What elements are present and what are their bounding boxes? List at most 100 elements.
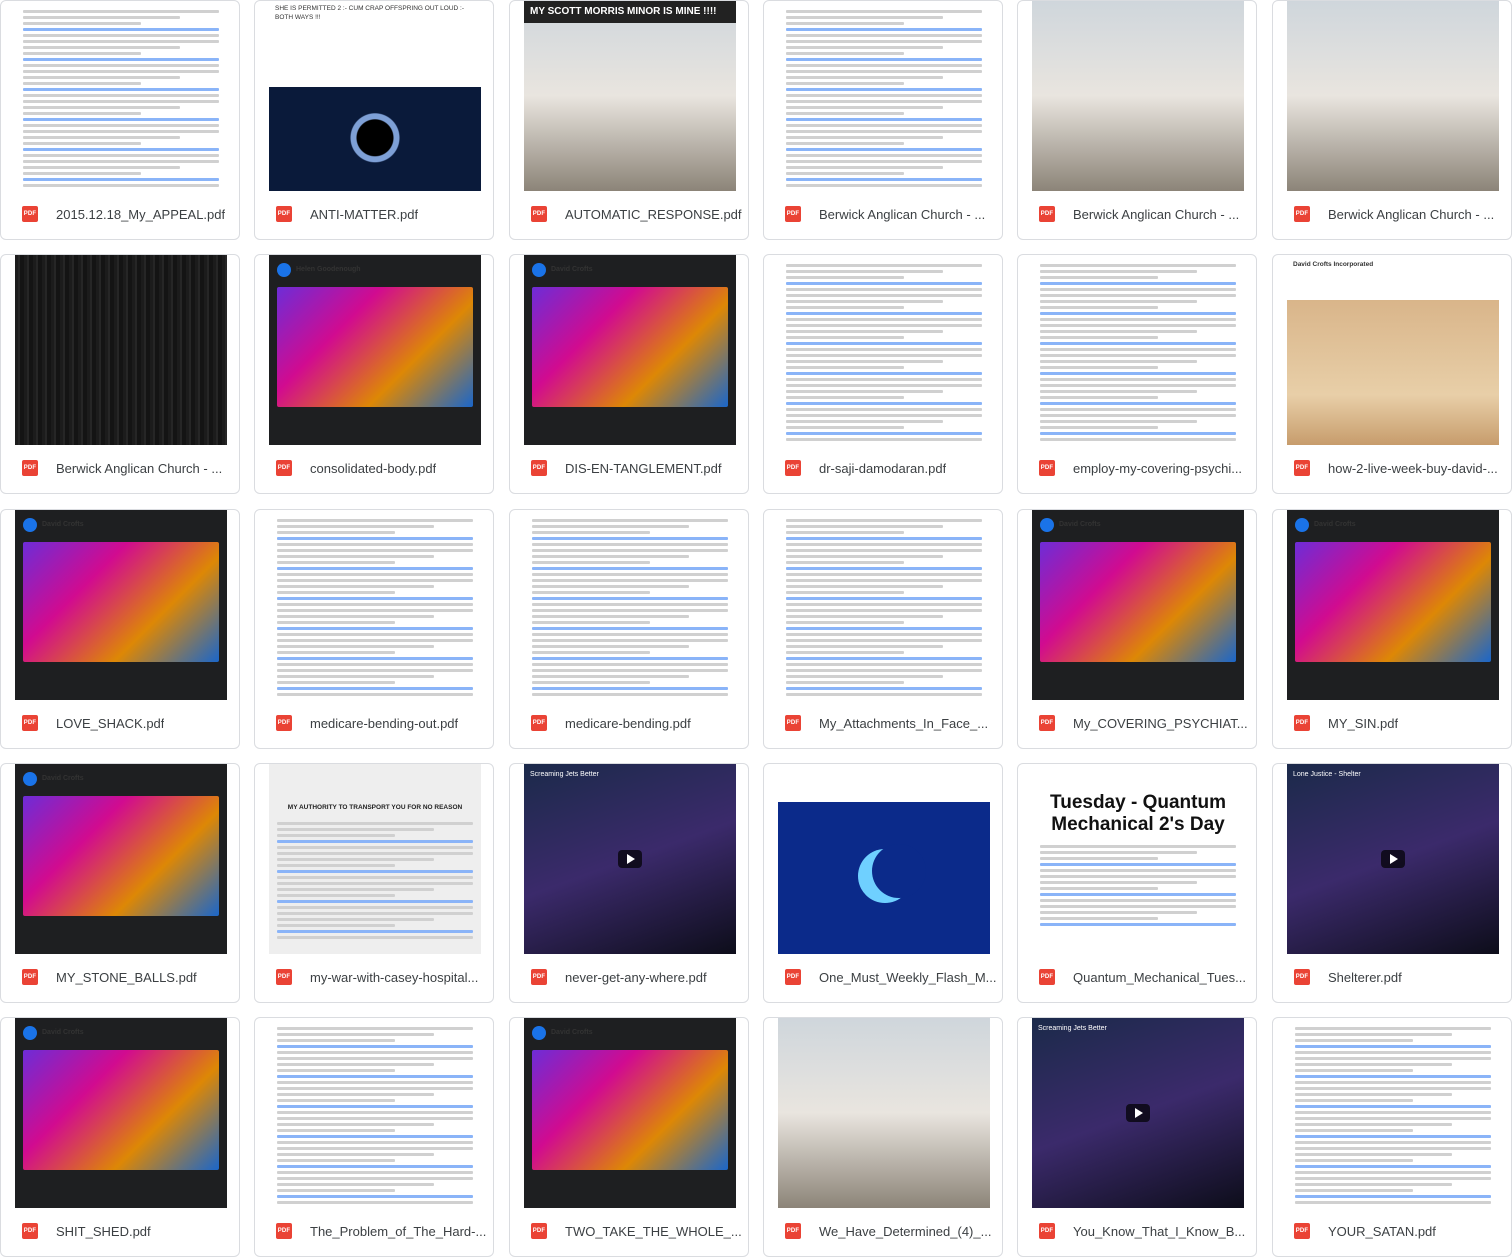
post-author: David Crofts — [42, 775, 84, 783]
preview-text: SHE IS PERMITTED 2 :- CUM CRAP OFFSPRING… — [269, 1, 481, 87]
file-name: my-war-with-casey-hospital... — [310, 969, 479, 985]
file-name: 2015.12.18_My_APPEAL.pdf — [56, 206, 226, 222]
play-icon[interactable] — [1126, 1104, 1150, 1122]
pdf-icon: PDF — [22, 460, 38, 476]
file-card[interactable]: PDF 2015.12.18_My_APPEAL.pdf — [0, 0, 240, 240]
file-thumbnail: David Crofts — [15, 1018, 227, 1208]
file-thumbnail: David Crofts — [15, 764, 227, 954]
file-card[interactable]: PDF One_Must_Weekly_Flash_M... — [763, 763, 1003, 1003]
file-card[interactable]: PDF The_Problem_of_The_Hard-... — [254, 1017, 494, 1257]
pdf-icon: PDF — [1039, 460, 1055, 476]
file-name: Shelterer.pdf — [1328, 969, 1402, 985]
avatar — [1040, 518, 1054, 532]
pdf-icon: PDF — [785, 206, 801, 222]
file-card[interactable]: David Crofts PDF SHIT_SHED.pdf — [0, 1017, 240, 1257]
file-name: Berwick Anglican Church - ... — [1073, 206, 1240, 222]
file-card[interactable]: SHE IS PERMITTED 2 :- CUM CRAP OFFSPRING… — [254, 0, 494, 240]
pdf-icon: PDF — [22, 206, 38, 222]
file-card-footer: PDF LOVE_SHACK.pdf — [1, 698, 239, 748]
file-card[interactable]: PDF Berwick Anglican Church - ... — [0, 254, 240, 494]
file-thumbnail — [15, 255, 227, 445]
file-thumbnail — [1287, 1, 1499, 191]
file-name: how-2-live-week-buy-david-... — [1328, 460, 1498, 476]
preview-title: Tuesday - Quantum Mechanical 2's Day — [1050, 792, 1226, 835]
file-card-footer: PDF You_Know_That_I_Know_B... — [1018, 1206, 1256, 1256]
file-card-footer: PDF never-get-any-where.pdf — [510, 952, 748, 1002]
file-card[interactable]: David Crofts Incorporated PDF how-2-live-w… — [1272, 254, 1512, 494]
file-card[interactable]: Screaming Jets Better PDF never-get-any-wh… — [509, 763, 749, 1003]
file-card[interactable]: David Crofts PDF MY_SIN.pdf — [1272, 509, 1512, 749]
file-name: employ-my-covering-psychi... — [1073, 460, 1243, 476]
file-card[interactable]: PDF My_Attachments_In_Face_... — [763, 509, 1003, 749]
file-name: ANTI-MATTER.pdf — [310, 206, 419, 222]
file-thumbnail — [778, 1018, 990, 1208]
file-thumbnail — [15, 1, 227, 191]
file-card[interactable]: Tuesday - Quantum Mechanical 2's Day PDF Q… — [1017, 763, 1257, 1003]
avatar — [23, 772, 37, 786]
file-name: Berwick Anglican Church - ... — [56, 460, 223, 476]
file-card[interactable]: David Crofts PDF LOVE_SHACK.pdf — [0, 509, 240, 749]
pdf-icon: PDF — [1039, 715, 1055, 731]
file-card[interactable]: PDF Berwick Anglican Church - ... — [1017, 0, 1257, 240]
file-name: DIS-EN-TANGLEMENT.pdf — [565, 460, 722, 476]
file-name: TWO_TAKE_THE_WHOLE_... — [565, 1223, 742, 1239]
play-icon[interactable] — [618, 850, 642, 868]
file-card[interactable]: PDF medicare-bending-out.pdf — [254, 509, 494, 749]
file-card-footer: PDF MY_SIN.pdf — [1273, 698, 1511, 748]
file-name: Quantum_Mechanical_Tues... — [1073, 969, 1246, 985]
file-name: YOUR_SATAN.pdf — [1328, 1223, 1436, 1239]
pdf-icon: PDF — [276, 1223, 292, 1239]
file-card[interactable]: David Crofts PDF MY_STONE_BALLS.pdf — [0, 763, 240, 1003]
file-thumbnail: MY SCOTT MORRIS MINOR IS MINE !!!! — [524, 1, 736, 191]
file-card[interactable]: PDF dr-saji-damodaran.pdf — [763, 254, 1003, 494]
avatar — [23, 1026, 37, 1040]
file-card-footer: PDF medicare-bending.pdf — [510, 698, 748, 748]
file-card-footer: PDF medicare-bending-out.pdf — [255, 698, 493, 748]
file-thumbnail: David Crofts — [1032, 510, 1244, 700]
file-card[interactable]: PDF employ-my-covering-psychi... — [1017, 254, 1257, 494]
file-name: Berwick Anglican Church - ... — [819, 206, 986, 222]
file-card-footer: PDF Berwick Anglican Church - ... — [764, 189, 1002, 239]
file-grid: PDF 2015.12.18_My_APPEAL.pdf SHE IS PERMIT… — [0, 0, 1512, 1258]
file-card[interactable]: PDF YOUR_SATAN.pdf — [1272, 1017, 1512, 1257]
file-card-footer: PDF YOUR_SATAN.pdf — [1273, 1206, 1511, 1256]
file-name: medicare-bending-out.pdf — [310, 715, 459, 731]
file-card[interactable]: PDF Berwick Anglican Church - ... — [1272, 0, 1512, 240]
file-card-footer: PDF My_Attachments_In_Face_... — [764, 698, 1002, 748]
video-title: Lone Justice - Shelter — [1293, 771, 1361, 778]
file-card[interactable]: Helen Goodenough PDF consolidated-body.pdf — [254, 254, 494, 494]
avatar — [1295, 518, 1309, 532]
file-card-footer: PDF my-war-with-casey-hospital... — [255, 952, 493, 1002]
file-card[interactable]: PDF medicare-bending.pdf — [509, 509, 749, 749]
avatar — [532, 1026, 546, 1040]
avatar — [532, 263, 546, 277]
avatar — [23, 518, 37, 532]
play-icon[interactable] — [1381, 850, 1405, 868]
file-card[interactable]: Screaming Jets Better PDF You_Know_That_I_… — [1017, 1017, 1257, 1257]
file-name: AUTOMATIC_RESPONSE.pdf — [565, 206, 742, 222]
file-thumbnail: David Crofts — [15, 510, 227, 700]
file-name: We_Have_Determined_(4)_... — [819, 1223, 992, 1239]
pdf-icon: PDF — [1039, 1223, 1055, 1239]
file-name: dr-saji-damodaran.pdf — [819, 460, 947, 476]
file-card[interactable]: Lone Justice - Shelter PDF Shelterer.pdf — [1272, 763, 1512, 1003]
post-author: Helen Goodenough — [296, 266, 361, 274]
file-card[interactable]: MY AUTHORITY TO TRANSPORT YOU FOR NO REA… — [254, 763, 494, 1003]
file-card[interactable]: PDF We_Have_Determined_(4)_... — [763, 1017, 1003, 1257]
file-card[interactable]: David Crofts PDF My_COVERING_PSYCHIAT... — [1017, 509, 1257, 749]
pdf-icon: PDF — [1294, 715, 1310, 731]
file-thumbnail: Lone Justice - Shelter — [1287, 764, 1499, 954]
file-card[interactable]: David Crofts PDF TWO_TAKE_THE_WHOLE_... — [509, 1017, 749, 1257]
file-name: My_COVERING_PSYCHIAT... — [1073, 715, 1248, 731]
file-name: SHIT_SHED.pdf — [56, 1223, 151, 1239]
file-card[interactable]: David Crofts PDF DIS-EN-TANGLEMENT.pdf — [509, 254, 749, 494]
file-card[interactable]: PDF Berwick Anglican Church - ... — [763, 0, 1003, 240]
file-card-footer: PDF Shelterer.pdf — [1273, 952, 1511, 1002]
pdf-icon: PDF — [22, 1223, 38, 1239]
pdf-icon: PDF — [22, 969, 38, 985]
pdf-icon: PDF — [1294, 1223, 1310, 1239]
file-thumbnail: MY AUTHORITY TO TRANSPORT YOU FOR NO REA… — [269, 764, 481, 954]
file-name: never-get-any-where.pdf — [565, 969, 707, 985]
file-name: LOVE_SHACK.pdf — [56, 715, 165, 731]
file-card[interactable]: MY SCOTT MORRIS MINOR IS MINE !!!! PDF AUT… — [509, 0, 749, 240]
